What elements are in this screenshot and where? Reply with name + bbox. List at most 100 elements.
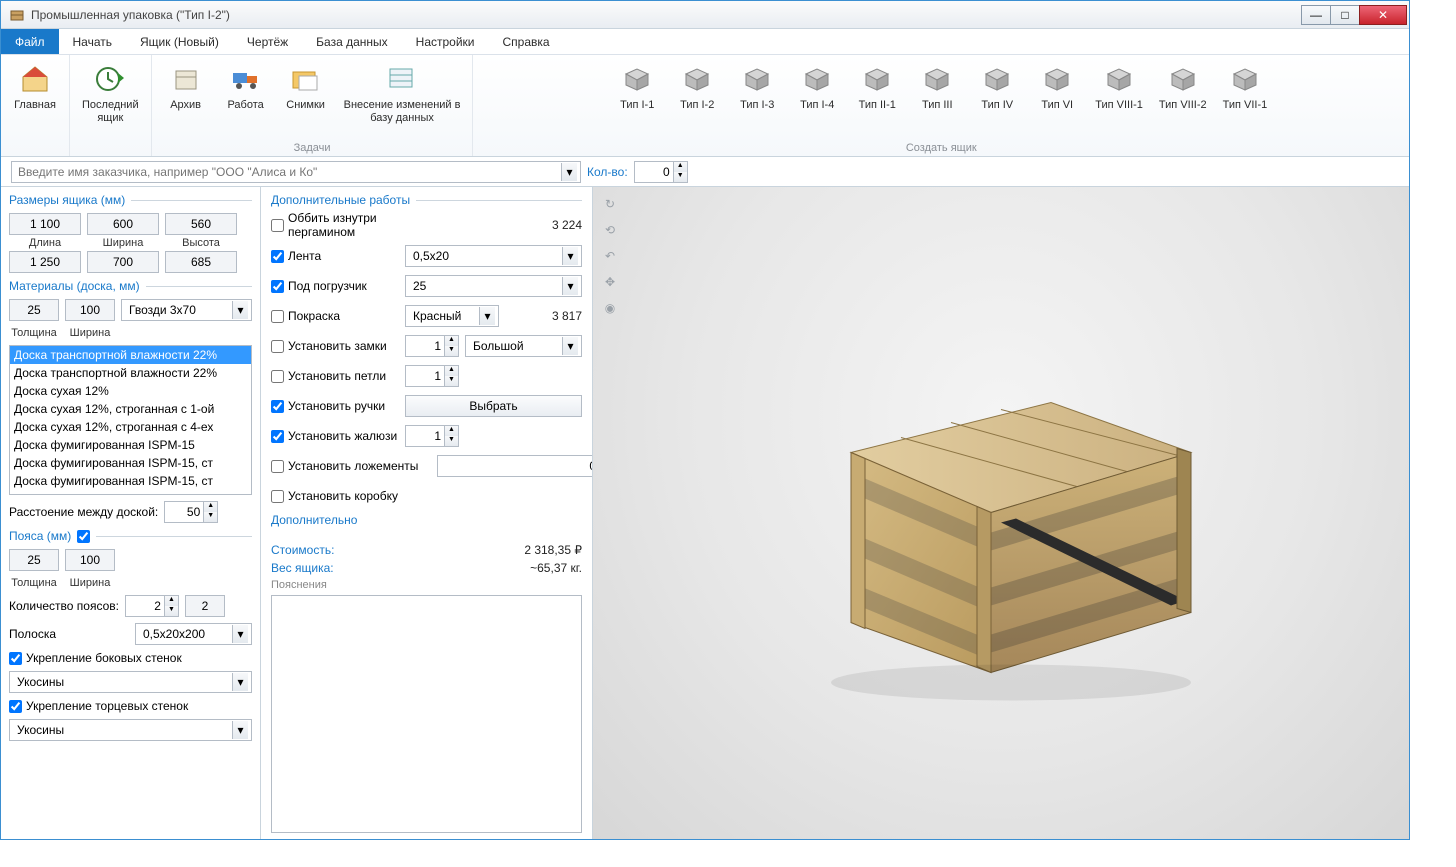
customer-combo[interactable]: ▾ (11, 161, 581, 183)
length-outer[interactable] (9, 251, 81, 273)
refresh-icon[interactable]: ⟲ (599, 219, 621, 241)
ribbon-type-2[interactable]: Тип I-3 (729, 59, 785, 140)
3d-viewport[interactable]: ↻ ⟲ ↶ ✥ ◉ (593, 187, 1409, 839)
forklift-check[interactable]: Под погрузчик (271, 279, 399, 293)
folder-images-icon (288, 61, 324, 97)
side-reinf-combo[interactable]: Укосины▾ (9, 671, 252, 693)
height-outer[interactable] (165, 251, 237, 273)
ribbon-lastbox[interactable]: Последний ящик (76, 59, 145, 140)
chevron-down-icon[interactable]: ▾ (561, 163, 577, 181)
clock-arrow-icon (92, 61, 128, 97)
middle-pane: Дополнительные работы Оббить изнутри пер… (261, 187, 593, 839)
qty-spinner[interactable]: ▲▼ (634, 161, 688, 183)
menu-box[interactable]: Ящик (Новый) (126, 29, 233, 54)
lodgement-check[interactable]: Установить ложементы (271, 459, 431, 473)
forklift-combo[interactable]: 25▾ (405, 275, 582, 297)
belt-count-2[interactable] (185, 595, 225, 617)
crate-type-icon (739, 61, 775, 97)
lock-size-combo[interactable]: Большой▾ (465, 335, 582, 357)
paint-color-combo[interactable]: Красный▾ (405, 305, 499, 327)
end-reinf-combo[interactable]: Укосины▾ (9, 719, 252, 741)
material-list-item[interactable]: Доска транспортной влажности 22% (10, 364, 251, 382)
ribbon-type-5[interactable]: Тип III (909, 59, 965, 140)
ribbon-type-7[interactable]: Тип VI (1029, 59, 1085, 140)
locks-check[interactable]: Установить замки (271, 339, 399, 353)
belts-header: Пояса (мм) (9, 529, 252, 543)
ribbon-work[interactable]: Работа (218, 59, 274, 140)
innerbox-check[interactable]: Установить коробку (271, 489, 399, 503)
belt-width[interactable] (65, 549, 115, 571)
ribbon-type-8[interactable]: Тип VIII-1 (1089, 59, 1149, 140)
close-button[interactable]: ✕ (1359, 5, 1407, 25)
reinforce-end-check[interactable]: Укрепление торцевых стенок (9, 699, 252, 713)
nails-combo[interactable]: Гвозди 3x70▾ (121, 299, 252, 321)
hinges-check[interactable]: Установить петли (271, 369, 399, 383)
material-list-item[interactable]: Доска фумигированная ISPM-15, ст (10, 454, 251, 472)
pergamin-cost: 3 224 (552, 218, 582, 232)
ribbon-type-6[interactable]: Тип IV (969, 59, 1025, 140)
crate-type-icon (919, 61, 955, 97)
jalousie-spinner[interactable]: ▲▼ (405, 425, 459, 447)
menu-drawing[interactable]: Чертёж (233, 29, 302, 54)
ribbon-type-1[interactable]: Тип I-2 (669, 59, 725, 140)
paint-check[interactable]: Покраска (271, 309, 399, 323)
reinforce-side-check[interactable]: Укрепление боковых стенок (9, 651, 252, 665)
height-inner[interactable] (165, 213, 237, 235)
belt-thickness[interactable] (9, 549, 59, 571)
camera-icon[interactable]: ◉ (599, 297, 621, 319)
material-list-item[interactable]: Доска фумигированная ISPM-15, ст (10, 472, 251, 490)
maximize-button[interactable]: □ (1330, 5, 1360, 25)
ribbon-dbchanges[interactable]: Внесение изменений в базу данных (338, 59, 467, 140)
ribbon-archive[interactable]: Архив (158, 59, 214, 140)
material-list[interactable]: Доска транспортной влажности 22%Доска тр… (9, 345, 252, 495)
crate-type-icon (859, 61, 895, 97)
material-list-item[interactable]: Доска сухая 12%, строганная с 1-ой (10, 400, 251, 418)
strip-combo[interactable]: 0,5x20x200▾ (135, 623, 252, 645)
tape-check[interactable]: Лента (271, 249, 399, 263)
menu-help[interactable]: Справка (489, 29, 564, 54)
length-inner[interactable] (9, 213, 81, 235)
cost-label: Стоимость: (271, 543, 334, 557)
ribbon-type-4[interactable]: Тип II-1 (849, 59, 905, 140)
handles-select-button[interactable]: Выбрать (405, 395, 582, 417)
handles-check[interactable]: Установить ручки (271, 399, 399, 413)
left-pane: Размеры ящика (мм) Длина Ширина Высота М… (1, 187, 261, 839)
material-list-item[interactable]: Доска транспортной влажности 22% (10, 346, 251, 364)
redo-icon[interactable]: ↻ (599, 193, 621, 215)
ribbon-snapshots[interactable]: Снимки (278, 59, 334, 140)
menu-file[interactable]: Файл (1, 29, 59, 54)
notes-textarea[interactable] (271, 595, 582, 833)
ribbon-type-10[interactable]: Тип VII-1 (1217, 59, 1274, 140)
belts-toggle[interactable] (77, 530, 90, 543)
width-outer[interactable] (87, 251, 159, 273)
move-icon[interactable]: ✥ (599, 271, 621, 293)
menu-db[interactable]: База данных (302, 29, 401, 54)
width-inner[interactable] (87, 213, 159, 235)
ribbon-type-0[interactable]: Тип I-1 (609, 59, 665, 140)
pergamin-check[interactable]: Оббить изнутри пергамином (271, 211, 399, 239)
ribbon-type-3[interactable]: Тип I-4 (789, 59, 845, 140)
belt-count-1[interactable]: ▲▼ (125, 595, 179, 617)
board-width[interactable] (65, 299, 115, 321)
material-list-item[interactable]: Доска сухая 12% (10, 382, 251, 400)
ribbon-type-9[interactable]: Тип VIII-2 (1153, 59, 1213, 140)
jalousie-check[interactable]: Установить жалюзи (271, 429, 399, 443)
material-list-item[interactable]: Доска фумигированная ISPM-15 (10, 436, 251, 454)
menu-start[interactable]: Начать (59, 29, 127, 54)
notes-label: Пояснения (271, 579, 582, 591)
customer-input[interactable] (15, 163, 561, 181)
lodgement-input[interactable] (437, 455, 593, 477)
minimize-button[interactable]: — (1301, 5, 1331, 25)
titlebar: Промышленная упаковка ("Тип I-2") — □ ✕ (1, 1, 1409, 29)
tape-combo[interactable]: 0,5x20▾ (405, 245, 582, 267)
hinges-spinner[interactable]: ▲▼ (405, 365, 459, 387)
ribbon-home[interactable]: Главная (7, 59, 63, 140)
menu-settings[interactable]: Настройки (402, 29, 489, 54)
menubar: Файл Начать Ящик (Новый) Чертёж База дан… (1, 29, 1409, 55)
board-thickness[interactable] (9, 299, 59, 321)
undo-icon[interactable]: ↶ (599, 245, 621, 267)
gap-spinner[interactable]: ▲▼ (164, 501, 218, 523)
weight-value: ~65,37 кг. (530, 561, 582, 575)
material-list-item[interactable]: Доска сухая 12%, строганная с 4-ех (10, 418, 251, 436)
locks-spinner[interactable]: ▲▼ (405, 335, 459, 357)
